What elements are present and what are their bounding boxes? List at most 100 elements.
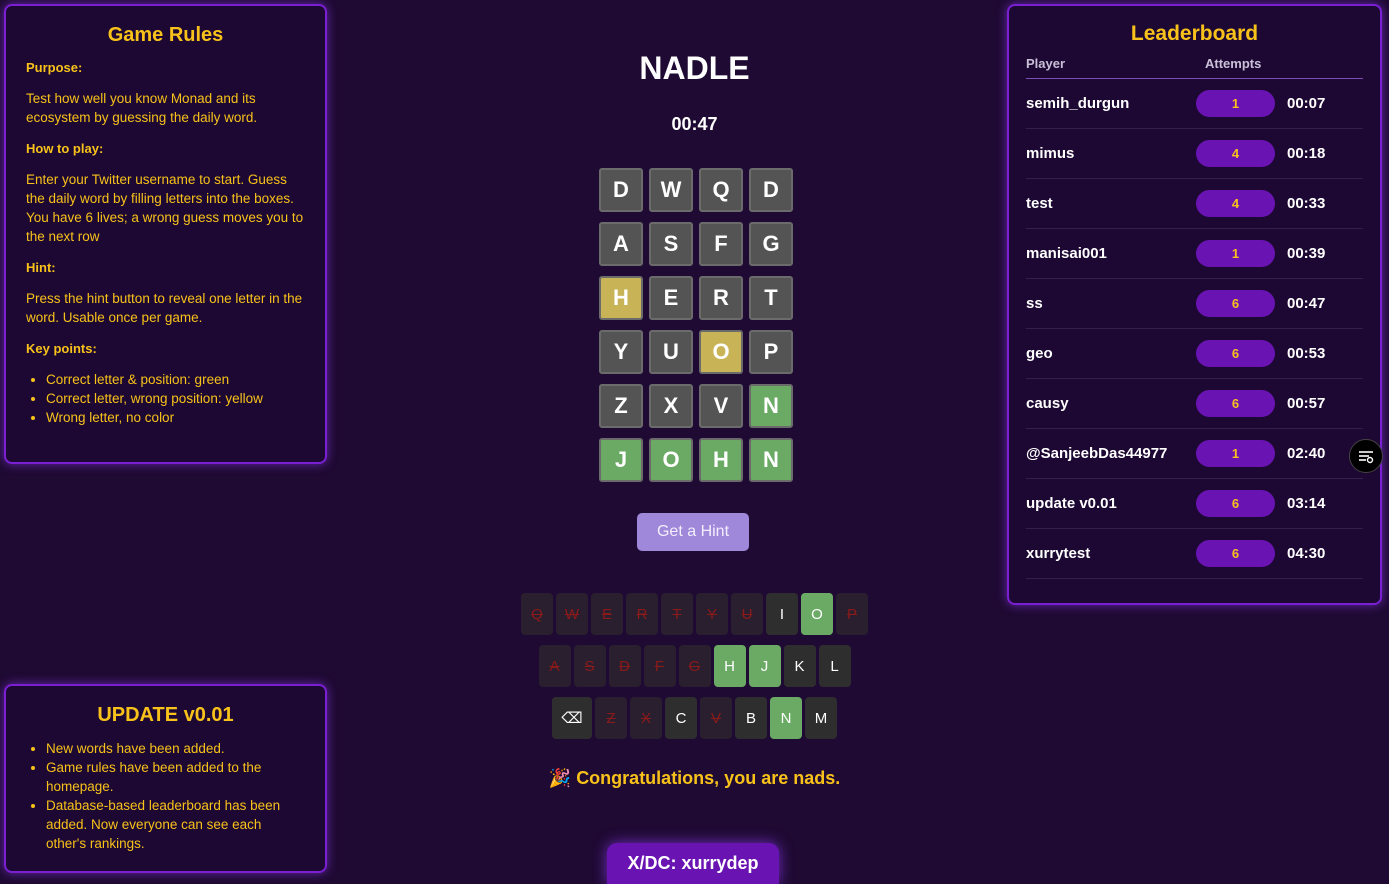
keyboard-key[interactable]: V: [700, 697, 732, 739]
letter-tile: W: [649, 168, 693, 212]
keyboard-key[interactable]: W: [556, 593, 588, 635]
keyboard-key[interactable]: Y: [696, 593, 728, 635]
attempts-badge: 6: [1196, 390, 1275, 417]
hint-heading: Hint:: [26, 260, 56, 275]
attempts-badge: 1: [1196, 440, 1275, 467]
keyboard-key[interactable]: B: [735, 697, 767, 739]
letter-tile: U: [649, 330, 693, 374]
get-hint-button[interactable]: Get a Hint: [637, 513, 749, 551]
letter-tile: R: [699, 276, 743, 320]
filter-settings-icon[interactable]: [1349, 439, 1383, 473]
attempts-badge: 4: [1196, 190, 1275, 217]
letter-tile: N: [749, 438, 793, 482]
player-time: 00:53: [1287, 345, 1326, 362]
keyboard-key[interactable]: E: [591, 593, 623, 635]
keyboard-key[interactable]: U: [731, 593, 763, 635]
hint-text: Press the hint button to reveal one lett…: [26, 291, 303, 325]
keypoint-item: Wrong letter, no color: [46, 408, 305, 427]
player-name: ss: [1026, 295, 1043, 312]
keyboard-key[interactable]: A: [538, 645, 571, 687]
letter-tile: V: [699, 384, 743, 428]
col-attempts: Attempts: [1205, 56, 1262, 71]
howto-text: Enter your Twitter username to start. Gu…: [26, 172, 304, 244]
keypoints-list: Correct letter & position: green Correct…: [26, 370, 305, 427]
on-screen-keyboard: Q W E R T Y U I O P A S D F G H J K L ⌫ Z X C V B N M: [0, 593, 1389, 749]
keyboard-key[interactable]: T: [661, 593, 693, 635]
leaderboard-row: geo 6 00:53: [1026, 329, 1363, 379]
letter-tile: Q: [699, 168, 743, 212]
player-name: test: [1026, 195, 1053, 212]
keypoints-heading: Key points:: [26, 341, 97, 356]
leaderboard-header: Player Attempts: [1026, 56, 1363, 79]
attempts-badge: 1: [1196, 90, 1275, 117]
keyboard-row: ⌫ Z X C V B N M: [0, 697, 1389, 739]
player-time: 00:47: [1287, 295, 1326, 312]
player-name: mimus: [1026, 145, 1075, 162]
attempts-badge: 4: [1196, 140, 1275, 167]
grid-row: YUOP: [599, 330, 793, 374]
grid-row: HERT: [599, 276, 793, 320]
keyboard-key[interactable]: N: [770, 697, 802, 739]
keyboard-key[interactable]: Z: [595, 697, 627, 739]
keyboard-key[interactable]: P: [836, 593, 868, 635]
letter-tile: O: [649, 438, 693, 482]
attempts-badge: 6: [1196, 290, 1275, 317]
player-name: causy: [1026, 395, 1069, 412]
keyboard-key[interactable]: J: [748, 645, 781, 687]
letter-tile: F: [699, 222, 743, 266]
keyboard-key[interactable]: K: [783, 645, 816, 687]
keyboard-key[interactable]: D: [608, 645, 641, 687]
leaderboard-row: xurrytest 6 04:30: [1026, 529, 1363, 579]
keyboard-key[interactable]: F: [643, 645, 676, 687]
keyboard-key[interactable]: Q: [521, 593, 553, 635]
player-name: semih_durgun: [1026, 95, 1130, 112]
letter-tile: X: [649, 384, 693, 428]
leaderboard-panel: Leaderboard Player Attempts semih_durgun…: [1007, 4, 1382, 605]
leaderboard-row: manisai001 1 00:39: [1026, 229, 1363, 279]
player-time: 00:39: [1287, 245, 1326, 262]
leaderboard-row: @SanjeebDas44977 1 02:40: [1026, 429, 1363, 479]
keyboard-key[interactable]: X: [630, 697, 662, 739]
keyboard-key[interactable]: O: [801, 593, 833, 635]
keyboard-key[interactable]: G: [678, 645, 711, 687]
keyboard-key[interactable]: I: [766, 593, 798, 635]
keyboard-key[interactable]: L: [818, 645, 851, 687]
col-player: Player: [1026, 56, 1066, 71]
footer-credit[interactable]: X/DC: xurrydep: [607, 843, 779, 884]
leaderboard-row: test 4 00:33: [1026, 179, 1363, 229]
letter-tile: O: [699, 330, 743, 374]
keyboard-key[interactable]: S: [573, 645, 606, 687]
keyboard-key[interactable]: R: [626, 593, 658, 635]
keypoint-item: Correct letter & position: green: [46, 370, 305, 389]
attempts-badge: 6: [1196, 340, 1275, 367]
letter-tile: E: [649, 276, 693, 320]
leaderboard-row: semih_durgun 1 00:07: [1026, 79, 1363, 129]
grid-row: ZXVN: [599, 384, 793, 428]
letter-tile: D: [599, 168, 643, 212]
letter-tile: H: [699, 438, 743, 482]
player-name: @SanjeebDas44977: [1026, 445, 1168, 462]
attempts-badge: 1: [1196, 240, 1275, 267]
grid-row: JOHN: [599, 438, 793, 482]
player-name: xurrytest: [1026, 545, 1091, 562]
howto-heading: How to play:: [26, 141, 104, 156]
keyboard-key[interactable]: M: [805, 697, 837, 739]
leaderboard-row: update v0.01 6 03:14: [1026, 479, 1363, 529]
player-time: 02:40: [1287, 445, 1326, 462]
player-name: geo: [1026, 345, 1053, 362]
player-time: 00:07: [1287, 95, 1326, 112]
player-time: 04:30: [1287, 545, 1326, 562]
grid-row: ASFG: [599, 222, 793, 266]
letter-tile: H: [599, 276, 643, 320]
keyboard-key[interactable]: C: [665, 697, 697, 739]
keyboard-key[interactable]: H: [713, 645, 746, 687]
letter-tile: D: [749, 168, 793, 212]
backspace-key[interactable]: ⌫: [552, 697, 592, 739]
leaderboard-title: Leaderboard: [1130, 22, 1259, 45]
attempts-badge: 6: [1196, 540, 1275, 567]
letter-tile: G: [749, 222, 793, 266]
grid-row: DWQD: [599, 168, 793, 212]
player-name: update v0.01: [1026, 495, 1117, 512]
letter-tile: S: [649, 222, 693, 266]
leaderboard-row: ss 6 00:47: [1026, 279, 1363, 329]
